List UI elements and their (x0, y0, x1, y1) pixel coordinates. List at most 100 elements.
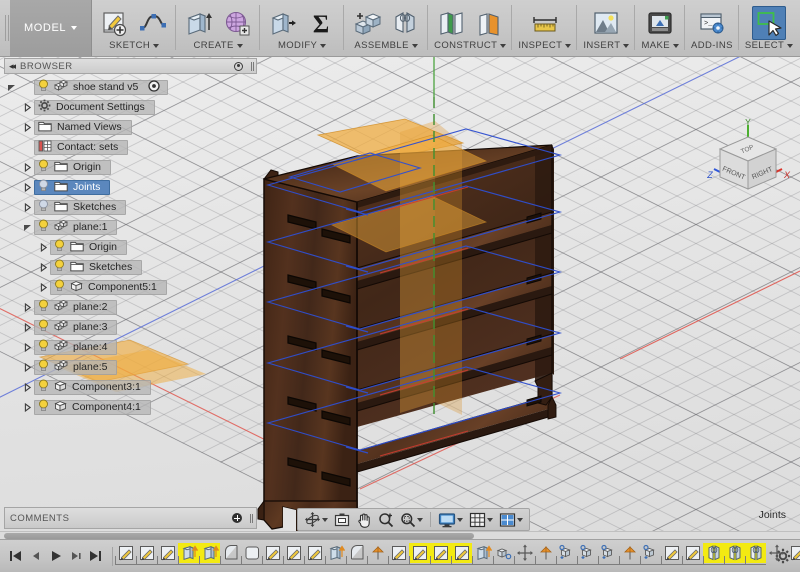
visibility-bulb-icon[interactable] (38, 379, 49, 395)
sum-icon[interactable]: Σ (304, 6, 338, 40)
new-component-icon[interactable] (350, 6, 384, 40)
tree-row-document-settings[interactable]: Document Settings (4, 97, 257, 117)
visibility-bulb-icon[interactable] (38, 159, 49, 175)
offset-plane-icon[interactable] (434, 6, 468, 40)
tree-row-component5-1[interactable]: Component5:1 (4, 277, 257, 297)
tree-row-origin[interactable]: Origin (4, 237, 257, 257)
expand-arrow-icon[interactable] (4, 83, 18, 92)
create-form-icon[interactable] (220, 6, 254, 40)
toolbar-grip[interactable] (0, 0, 10, 56)
view-cube[interactable]: Y X Z TOP FRONT RIGHT (702, 117, 794, 211)
zoom-window-icon[interactable] (398, 510, 425, 529)
expand-arrow-icon[interactable] (20, 362, 34, 372)
visibility-bulb-icon[interactable] (38, 199, 49, 215)
collapse-left-icon[interactable]: ◂◂ (9, 61, 16, 72)
extrude-icon[interactable] (182, 6, 216, 40)
toolbar-panel-insert-label[interactable]: INSERT (583, 40, 630, 51)
timeline-feature-sketch[interactable] (787, 543, 800, 563)
expand-arrow-icon[interactable] (20, 223, 34, 232)
pan-hand-icon[interactable] (354, 510, 374, 529)
viewports-icon[interactable] (497, 510, 525, 529)
orbit-icon[interactable] (302, 510, 330, 529)
display-settings-icon[interactable] (436, 510, 465, 529)
expand-arrow-icon[interactable] (20, 182, 34, 192)
toolbar-panel-sketch-label[interactable]: SKETCH (109, 40, 160, 51)
tree-row-sketches[interactable]: Sketches (4, 257, 257, 277)
tree-row-joints[interactable]: Joints (4, 177, 257, 197)
expand-arrow-icon[interactable] (36, 242, 50, 252)
visibility-bulb-icon[interactable] (38, 399, 49, 415)
visibility-bulb-icon[interactable] (38, 79, 49, 95)
plane-angle-icon[interactable] (472, 6, 506, 40)
expand-arrow-icon[interactable] (20, 322, 34, 332)
add-comment-icon[interactable] (232, 513, 242, 523)
toolbar-panel-assemble-label[interactable]: ASSEMBLE (354, 40, 418, 51)
activate-target-icon[interactable] (148, 79, 161, 95)
visibility-bulb-icon[interactable] (38, 219, 49, 235)
chevron-down-icon[interactable] (457, 517, 463, 522)
expand-arrow-icon[interactable] (20, 402, 34, 412)
measure-icon[interactable] (528, 6, 562, 40)
expand-arrow-icon[interactable] (36, 262, 50, 272)
visibility-bulb-icon[interactable] (54, 279, 65, 295)
tree-row-component4-1[interactable]: Component4:1 (4, 397, 257, 417)
zoom-in-icon[interactable] (376, 510, 396, 529)
toolbar-panel-create-label[interactable]: CREATE (194, 40, 243, 51)
tree-row-sketches[interactable]: Sketches (4, 197, 257, 217)
create-sketch-icon[interactable] (98, 6, 132, 40)
tree-row-component3-1[interactable]: Component3:1 (4, 377, 257, 397)
grid-snaps-icon[interactable] (467, 510, 495, 529)
expand-arrow-icon[interactable] (20, 202, 34, 212)
toolbar-panel-inspect-label[interactable]: INSPECT (518, 40, 572, 51)
step-back-icon[interactable] (29, 550, 42, 562)
toolbar-panel-select-label[interactable]: SELECT (745, 40, 794, 51)
expand-arrow-icon[interactable] (20, 102, 34, 112)
joint-icon[interactable] (388, 6, 422, 40)
tree-row-named-views[interactable]: Named Views (4, 117, 257, 137)
visibility-bulb-icon[interactable] (38, 319, 49, 335)
press-pull-icon[interactable] (266, 6, 300, 40)
play-icon[interactable] (49, 550, 62, 562)
drag-grip-icon[interactable] (251, 61, 252, 71)
expand-arrow-icon[interactable] (20, 302, 34, 312)
drag-grip-icon[interactable] (250, 513, 251, 523)
insert-image-icon[interactable] (589, 6, 623, 40)
tree-row-plane-2[interactable]: plane:2 (4, 297, 257, 317)
toolbar-panel-addins-label[interactable]: ADD-INS (691, 40, 733, 51)
scripts-addins-icon[interactable]: >_ (695, 6, 729, 40)
toolbar-panel-modify-label[interactable]: MODIFY (278, 40, 327, 51)
comments-panel[interactable]: COMMENTS (4, 507, 257, 529)
chevron-down-icon[interactable] (322, 517, 328, 522)
visibility-bulb-icon[interactable] (38, 339, 49, 355)
workspace-switcher[interactable]: MODEL (10, 0, 93, 56)
select-arrow-icon[interactable] (752, 6, 786, 40)
timeline-scrollbar[interactable] (0, 531, 800, 539)
visibility-bulb-icon[interactable] (38, 299, 49, 315)
tree-row-plane-1[interactable]: plane:1 (4, 217, 257, 237)
step-forward-icon[interactable] (69, 550, 82, 562)
look-at-icon[interactable] (332, 510, 352, 529)
visibility-bulb-icon[interactable] (54, 239, 65, 255)
tree-row-plane-4[interactable]: plane:4 (4, 337, 257, 357)
visibility-bulb-icon[interactable] (38, 359, 49, 375)
expand-arrow-icon[interactable] (20, 382, 34, 392)
sketch-spline-icon[interactable] (136, 6, 170, 40)
tree-row-root[interactable]: shoe stand v5 (4, 77, 257, 97)
chevron-down-icon[interactable] (487, 517, 493, 522)
visibility-bulb-icon[interactable] (38, 179, 49, 195)
options-dot-icon[interactable] (234, 61, 243, 71)
timeline-feature-move[interactable] (766, 543, 787, 563)
chevron-down-icon[interactable] (517, 517, 523, 522)
3d-print-icon[interactable] (643, 6, 677, 40)
chevron-down-icon[interactable] (417, 517, 423, 522)
expand-arrow-icon[interactable] (20, 342, 34, 352)
tree-row-plane-3[interactable]: plane:3 (4, 317, 257, 337)
visibility-bulb-icon[interactable] (54, 259, 65, 275)
tree-row-origin[interactable]: Origin (4, 157, 257, 177)
expand-arrow-icon[interactable] (20, 162, 34, 172)
tree-row-plane-5[interactable]: plane:5 (4, 357, 257, 377)
tree-row-contact-sets[interactable]: Contact: sets (4, 137, 257, 157)
toolbar-panel-make-label[interactable]: MAKE (641, 40, 679, 51)
expand-arrow-icon[interactable] (36, 282, 50, 292)
go-to-end-icon[interactable] (89, 550, 102, 562)
